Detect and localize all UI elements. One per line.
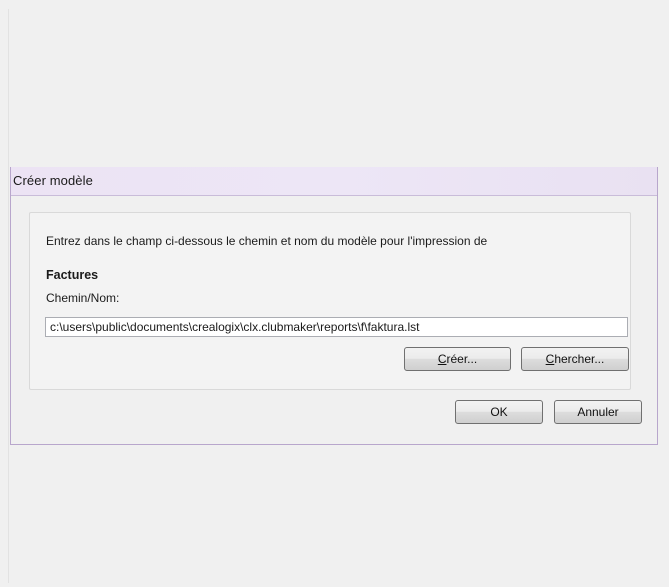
section-heading: Factures <box>46 268 99 282</box>
browse-button-label: hercher... <box>554 352 605 366</box>
create-button[interactable]: Créer... <box>404 347 511 371</box>
intro-text: Entrez dans le champ ci-dessous le chemi… <box>46 234 488 248</box>
dialog-title: Créer modèle <box>13 173 93 188</box>
template-path-group: Entrez dans le champ ci-dessous le chemi… <box>29 212 631 390</box>
dialog-titlebar[interactable]: Créer modèle <box>11 167 657 196</box>
create-button-label: réer... <box>446 352 478 366</box>
cancel-button[interactable]: Annuler <box>554 400 642 424</box>
browse-button[interactable]: Chercher... <box>521 347 629 371</box>
path-label: Chemin/Nom: <box>46 291 120 305</box>
browse-button-mnemonic: C <box>545 352 555 366</box>
dialog-body: Entrez dans le champ ci-dessous le chemi… <box>13 196 655 442</box>
path-input[interactable] <box>45 317 628 337</box>
create-template-dialog: Créer modèle Entrez dans le champ ci-des… <box>10 167 658 445</box>
ok-button[interactable]: OK <box>455 400 543 424</box>
